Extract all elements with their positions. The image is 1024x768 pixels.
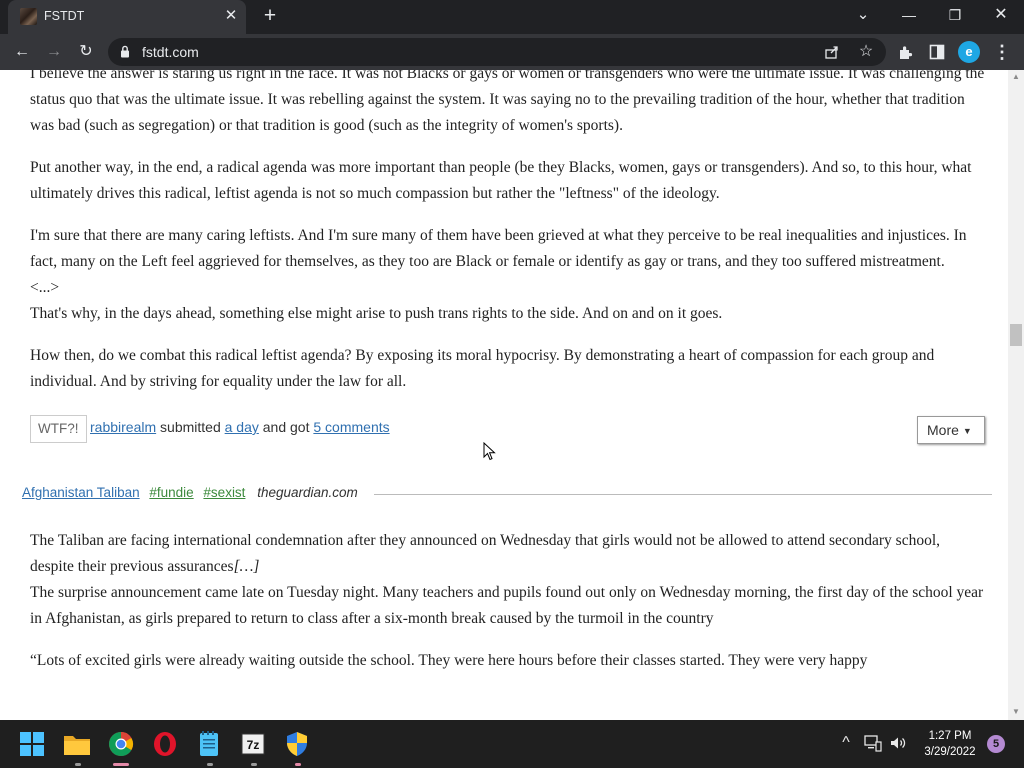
extensions-icon[interactable]	[897, 44, 914, 61]
running-indicator	[251, 763, 257, 766]
running-indicator	[207, 763, 213, 766]
back-button[interactable]: ←	[8, 38, 36, 66]
shield-icon	[287, 732, 307, 756]
page-viewport: I believe the answer is staring us right…	[0, 70, 1024, 720]
notepad-button[interactable]	[193, 728, 225, 766]
post-ellipsis: <...>	[30, 279, 60, 296]
scroll-down-icon[interactable]: ▼	[1008, 705, 1024, 719]
comments-link[interactable]: 5 comments	[313, 419, 389, 435]
notification-badge[interactable]: 5	[987, 735, 1005, 753]
chevron-up-icon[interactable]: ^	[836, 733, 856, 753]
scrollbar-thumb[interactable]	[1010, 324, 1022, 346]
windows-taskbar: 7z ^ 1:27 PM 3/29/2022 5	[0, 720, 1024, 768]
lock-icon[interactable]	[120, 45, 130, 58]
scrollbar[interactable]	[1008, 70, 1024, 720]
start-menu-button[interactable]	[16, 728, 48, 760]
tab-search-button[interactable]: ⌄	[840, 0, 886, 32]
chrome-button[interactable]	[105, 728, 137, 766]
notepad-icon	[200, 731, 218, 756]
url-text[interactable]: fstdt.com	[142, 44, 199, 60]
tag-link-fundie[interactable]: #fundie	[149, 485, 193, 500]
post-paragraph: I believe the answer is staring us right…	[30, 70, 985, 134]
site-favicon-icon	[20, 8, 37, 25]
active-indicator	[113, 763, 129, 766]
and-got-label: and got	[262, 419, 310, 435]
share-icon[interactable]	[824, 44, 840, 60]
submitted-label: submitted	[160, 419, 221, 435]
running-indicator	[75, 763, 81, 766]
tag-link-sexist[interactable]: #sexist	[203, 485, 245, 500]
tab-fstdt[interactable]: FSTDT ✕	[8, 0, 246, 34]
window-close-button[interactable]: ✕	[978, 0, 1024, 32]
post-paragraph: Put another way, in the end, a radical a…	[30, 159, 972, 202]
divider	[374, 494, 992, 495]
profile-avatar[interactable]: e	[958, 41, 980, 63]
tab-close-icon[interactable]: ✕	[222, 7, 240, 25]
page-content: I believe the answer is staring us right…	[0, 70, 1008, 690]
post-2: The Taliban are facing international con…	[0, 527, 1008, 674]
clock-date: 3/29/2022	[924, 746, 976, 758]
side-panel-icon[interactable]	[929, 44, 945, 60]
file-explorer-button[interactable]	[61, 728, 93, 766]
post-2-header: Afghanistan Taliban #fundie #sexist theg…	[22, 483, 992, 527]
system-clock[interactable]: 1:27 PM 3/29/2022	[912, 728, 988, 760]
network-icon[interactable]	[864, 734, 882, 752]
opera-icon	[154, 732, 176, 756]
post-paragraph: The surprise announcement came late on T…	[30, 584, 984, 627]
tab-strip: FSTDT ✕ + ⌄ — ❐ ✕	[0, 0, 1024, 34]
more-button[interactable]: More ▼	[917, 416, 985, 444]
post-time-link[interactable]: a day	[225, 419, 259, 435]
menu-kebab-icon[interactable]: ⋮	[988, 38, 1016, 66]
post-paragraph: “Lots of excited girls were already wait…	[30, 652, 868, 669]
post-1: I believe the answer is staring us right…	[0, 70, 1008, 395]
post-1-meta: WTF?! rabbirealm submitted a day and got…	[30, 415, 985, 465]
post-paragraph: The Taliban are facing international con…	[30, 528, 985, 580]
post-paragraph: That's why, in the days ahead, something…	[30, 305, 723, 322]
new-tab-button[interactable]: +	[259, 5, 281, 27]
volume-icon[interactable]	[889, 734, 907, 752]
post-2-tags: Afghanistan Taliban #fundie #sexist theg…	[22, 485, 364, 500]
reload-button[interactable]: ↻	[72, 38, 100, 66]
minimize-button[interactable]: —	[886, 0, 932, 32]
7zip-button[interactable]: 7z	[237, 728, 269, 766]
svg-text:7z: 7z	[247, 738, 260, 752]
forward-button[interactable]: →	[40, 38, 68, 66]
more-label: More	[927, 422, 959, 438]
post-paragraph-text: The Taliban are facing international con…	[30, 532, 941, 575]
running-indicator	[295, 763, 301, 766]
address-bar[interactable]: fstdt.com ☆	[108, 38, 886, 66]
scroll-up-icon[interactable]: ▲	[1008, 70, 1024, 84]
author-link[interactable]: rabbirealm	[90, 419, 156, 435]
bookmark-star-icon[interactable]: ☆	[855, 41, 877, 63]
caret-down-icon: ▼	[962, 426, 972, 436]
tab-title: FSTDT	[44, 9, 85, 23]
post-ellipsis: […]	[233, 558, 260, 575]
mouse-cursor-icon	[483, 442, 496, 461]
security-center-button[interactable]	[281, 728, 313, 766]
windows-logo-icon	[20, 732, 44, 756]
chrome-icon	[108, 732, 134, 757]
submission-info: rabbirealm submitted a day and got 5 com…	[90, 419, 390, 435]
clock-time: 1:27 PM	[928, 730, 972, 742]
folder-icon	[64, 736, 90, 755]
browser-toolbar: ← → ↻ fstdt.com ☆ e ⋮	[0, 34, 1024, 70]
wtf-button[interactable]: WTF?!	[30, 415, 87, 443]
source-domain: theguardian.com	[257, 485, 358, 500]
restore-button[interactable]: ❐	[932, 0, 978, 32]
category-link[interactable]: Afghanistan Taliban	[22, 485, 140, 500]
post-paragraph: I'm sure that there are many caring left…	[30, 227, 967, 270]
post-paragraph: How then, do we combat this radical left…	[30, 347, 935, 390]
7zip-icon: 7z	[241, 733, 265, 755]
opera-button[interactable]	[149, 728, 181, 760]
